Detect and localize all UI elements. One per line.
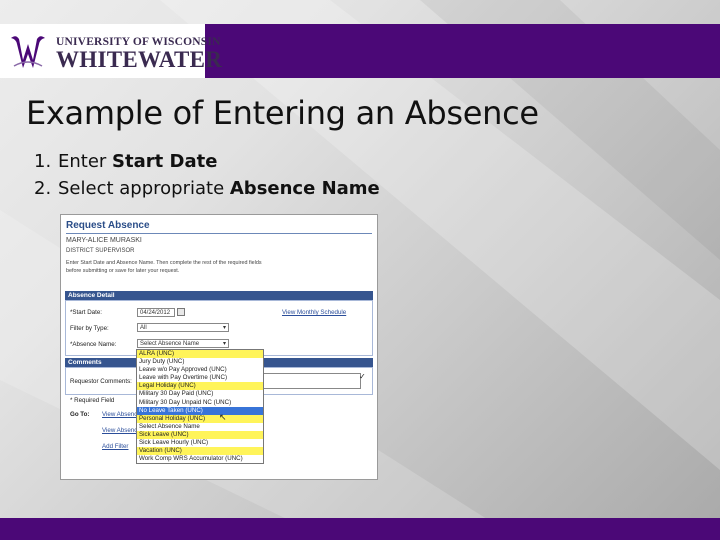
instructions-line-1: Enter Start Date and Absence Name. Then …: [66, 260, 262, 266]
absence-name-select[interactable]: Select Absence Name: [137, 339, 229, 348]
dropdown-option[interactable]: Personal Holiday (UNC): [137, 414, 263, 423]
start-date-input[interactable]: 04/24/2012: [137, 308, 175, 317]
view-monthly-schedule-link[interactable]: View Monthly Schedule: [282, 309, 346, 316]
start-date-label: *Start Date:: [70, 309, 102, 316]
dropdown-option[interactable]: Leave w/o Pay Approved (UNC): [137, 366, 263, 374]
step-2: 2. Select appropriate Absence Name: [34, 175, 380, 202]
title-divider: [66, 233, 372, 234]
requestor-comments-label: Requestor Comments:: [70, 378, 132, 385]
spellcheck-icon[interactable]: ✓: [359, 372, 366, 381]
step-bold: Absence Name: [229, 178, 380, 199]
goto-link-add[interactable]: Add Filter: [102, 443, 128, 450]
header-bar: [205, 24, 720, 78]
dropdown-option[interactable]: Sick Leave (UNC): [137, 430, 263, 440]
logo-text-whitewater: WHITEWATER: [56, 47, 223, 72]
request-absence-screenshot: Request Absence MARY-ALICE MURASKI DISTR…: [60, 214, 378, 480]
step-text: Select appropriate: [58, 178, 230, 199]
dropdown-option[interactable]: Work Comp WRS Accumulator (UNC): [137, 455, 263, 463]
dropdown-option[interactable]: Legal Holiday (UNC): [137, 382, 263, 391]
dropdown-option[interactable]: ALRA (UNC): [137, 350, 263, 359]
step-bold: Start Date: [112, 151, 218, 172]
dropdown-option[interactable]: No Leave Taken (UNC): [137, 406, 263, 415]
goto-link-view-absence-2[interactable]: View Absence: [102, 427, 141, 434]
university-logo: UNIVERSITY OF WISCONSIN WHITEWATER: [0, 24, 222, 78]
employee-name: MARY-ALICE MURASKI: [66, 237, 142, 244]
absence-detail-header: Absence Detail: [65, 291, 373, 300]
dropdown-option[interactable]: Sick Leave Hourly (UNC): [137, 439, 263, 447]
absence-name-dropdown-list[interactable]: ALRA (UNC) Jury Duty (UNC) Leave w/o Pay…: [136, 349, 264, 465]
filter-by-type-select[interactable]: All: [137, 323, 229, 332]
w-logo-mark: [8, 30, 48, 72]
goto-link-view-absence[interactable]: View Absence: [102, 411, 141, 418]
mouse-cursor-icon: ↖: [219, 412, 227, 422]
slide-title: Example of Entering an Absence: [26, 94, 539, 132]
dropdown-option[interactable]: Military 30 Day Unpaid NC (UNC): [137, 399, 263, 407]
screenshot-title: Request Absence: [66, 220, 150, 231]
dropdown-option[interactable]: Select Absence Name: [137, 423, 263, 431]
dropdown-option[interactable]: Military 30 Day Paid (UNC): [137, 390, 263, 398]
step-1: 1. Enter Start Date: [34, 148, 380, 175]
goto-label: Go To:: [70, 411, 90, 418]
dropdown-option[interactable]: Vacation (UNC): [137, 447, 263, 456]
steps-list: 1. Enter Start Date 2. Select appropriate …: [34, 148, 380, 202]
footer-bar: [0, 518, 720, 540]
job-title: DISTRICT SUPERVISOR: [66, 248, 135, 254]
dropdown-option[interactable]: Leave with Pay Overtime (UNC): [137, 374, 263, 382]
dropdown-option[interactable]: Jury Duty (UNC): [137, 358, 263, 366]
filter-by-type-label: Filter by Type:: [70, 325, 109, 332]
calendar-icon[interactable]: [177, 308, 185, 316]
instructions-line-2: before submitting or save for later your…: [66, 268, 180, 274]
step-number: 1.: [34, 151, 52, 172]
absence-name-label: *Absence Name:: [70, 341, 117, 348]
step-number: 2.: [34, 178, 52, 199]
step-text: Enter: [58, 151, 113, 172]
required-field-note: * Required Field: [70, 397, 115, 404]
